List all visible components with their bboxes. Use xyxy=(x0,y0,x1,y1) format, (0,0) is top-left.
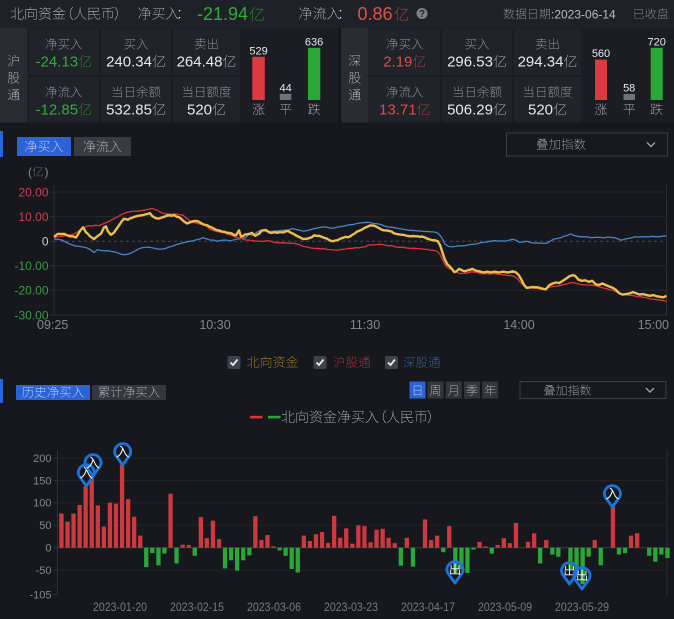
svg-text:2.19: 2.19 xyxy=(383,54,412,71)
svg-text:-105: -105 xyxy=(29,590,51,602)
svg-text:10.00: 10.00 xyxy=(18,210,48,224)
svg-text:-21.94: -21.94 xyxy=(197,4,248,24)
svg-text:532.85: 532.85 xyxy=(106,102,152,119)
svg-text:636: 636 xyxy=(305,36,323,48)
svg-text:14:00: 14:00 xyxy=(503,318,534,332)
svg-text:09:25: 09:25 xyxy=(37,318,68,332)
svg-text:-20.00: -20.00 xyxy=(14,284,48,298)
svg-text:560: 560 xyxy=(592,48,610,60)
svg-text:2023-05-09: 2023-05-09 xyxy=(478,600,532,614)
svg-text::2023-06-14: :2023-06-14 xyxy=(551,7,616,21)
svg-text:200: 200 xyxy=(33,453,51,465)
svg-text:-50: -50 xyxy=(36,565,52,577)
svg-text:15:00: 15:00 xyxy=(638,318,669,332)
svg-text:296.53: 296.53 xyxy=(447,54,493,71)
svg-text:13.71: 13.71 xyxy=(379,102,417,119)
svg-text:264.48: 264.48 xyxy=(177,54,223,71)
svg-text:-10.00: -10.00 xyxy=(14,259,48,273)
svg-text:0: 0 xyxy=(42,235,49,249)
svg-text:529: 529 xyxy=(249,45,267,57)
svg-text:2023-02-15: 2023-02-15 xyxy=(170,600,224,614)
svg-text:): ) xyxy=(45,165,49,179)
svg-text:150: 150 xyxy=(33,475,51,487)
svg-text:2023-03-23: 2023-03-23 xyxy=(324,600,378,614)
svg-text:506.29: 506.29 xyxy=(447,102,493,119)
svg-text:50: 50 xyxy=(39,520,51,532)
svg-text:2023-04-17: 2023-04-17 xyxy=(401,600,455,614)
svg-text:?: ? xyxy=(419,9,425,20)
svg-text:2023-03-06: 2023-03-06 xyxy=(247,600,301,614)
svg-text:720: 720 xyxy=(648,36,666,48)
svg-text:0: 0 xyxy=(45,543,51,555)
svg-text:520: 520 xyxy=(187,102,212,119)
svg-text:20.00: 20.00 xyxy=(18,185,48,199)
svg-text:0.86: 0.86 xyxy=(358,4,393,24)
svg-text:2023-05-29: 2023-05-29 xyxy=(555,600,609,614)
svg-text:294.34: 294.34 xyxy=(518,54,564,71)
svg-text:(: ( xyxy=(28,165,32,179)
svg-text:44: 44 xyxy=(279,82,291,94)
svg-text:11:30: 11:30 xyxy=(350,318,380,332)
svg-text:-24.13: -24.13 xyxy=(36,54,79,71)
svg-text:2023-01-20: 2023-01-20 xyxy=(93,600,147,614)
svg-text:-12.85: -12.85 xyxy=(36,102,79,119)
svg-text:520: 520 xyxy=(528,102,553,119)
svg-text:100: 100 xyxy=(33,498,51,510)
svg-text:10:30: 10:30 xyxy=(199,318,230,332)
svg-text:240.34: 240.34 xyxy=(106,54,152,71)
svg-text:58: 58 xyxy=(623,83,635,95)
